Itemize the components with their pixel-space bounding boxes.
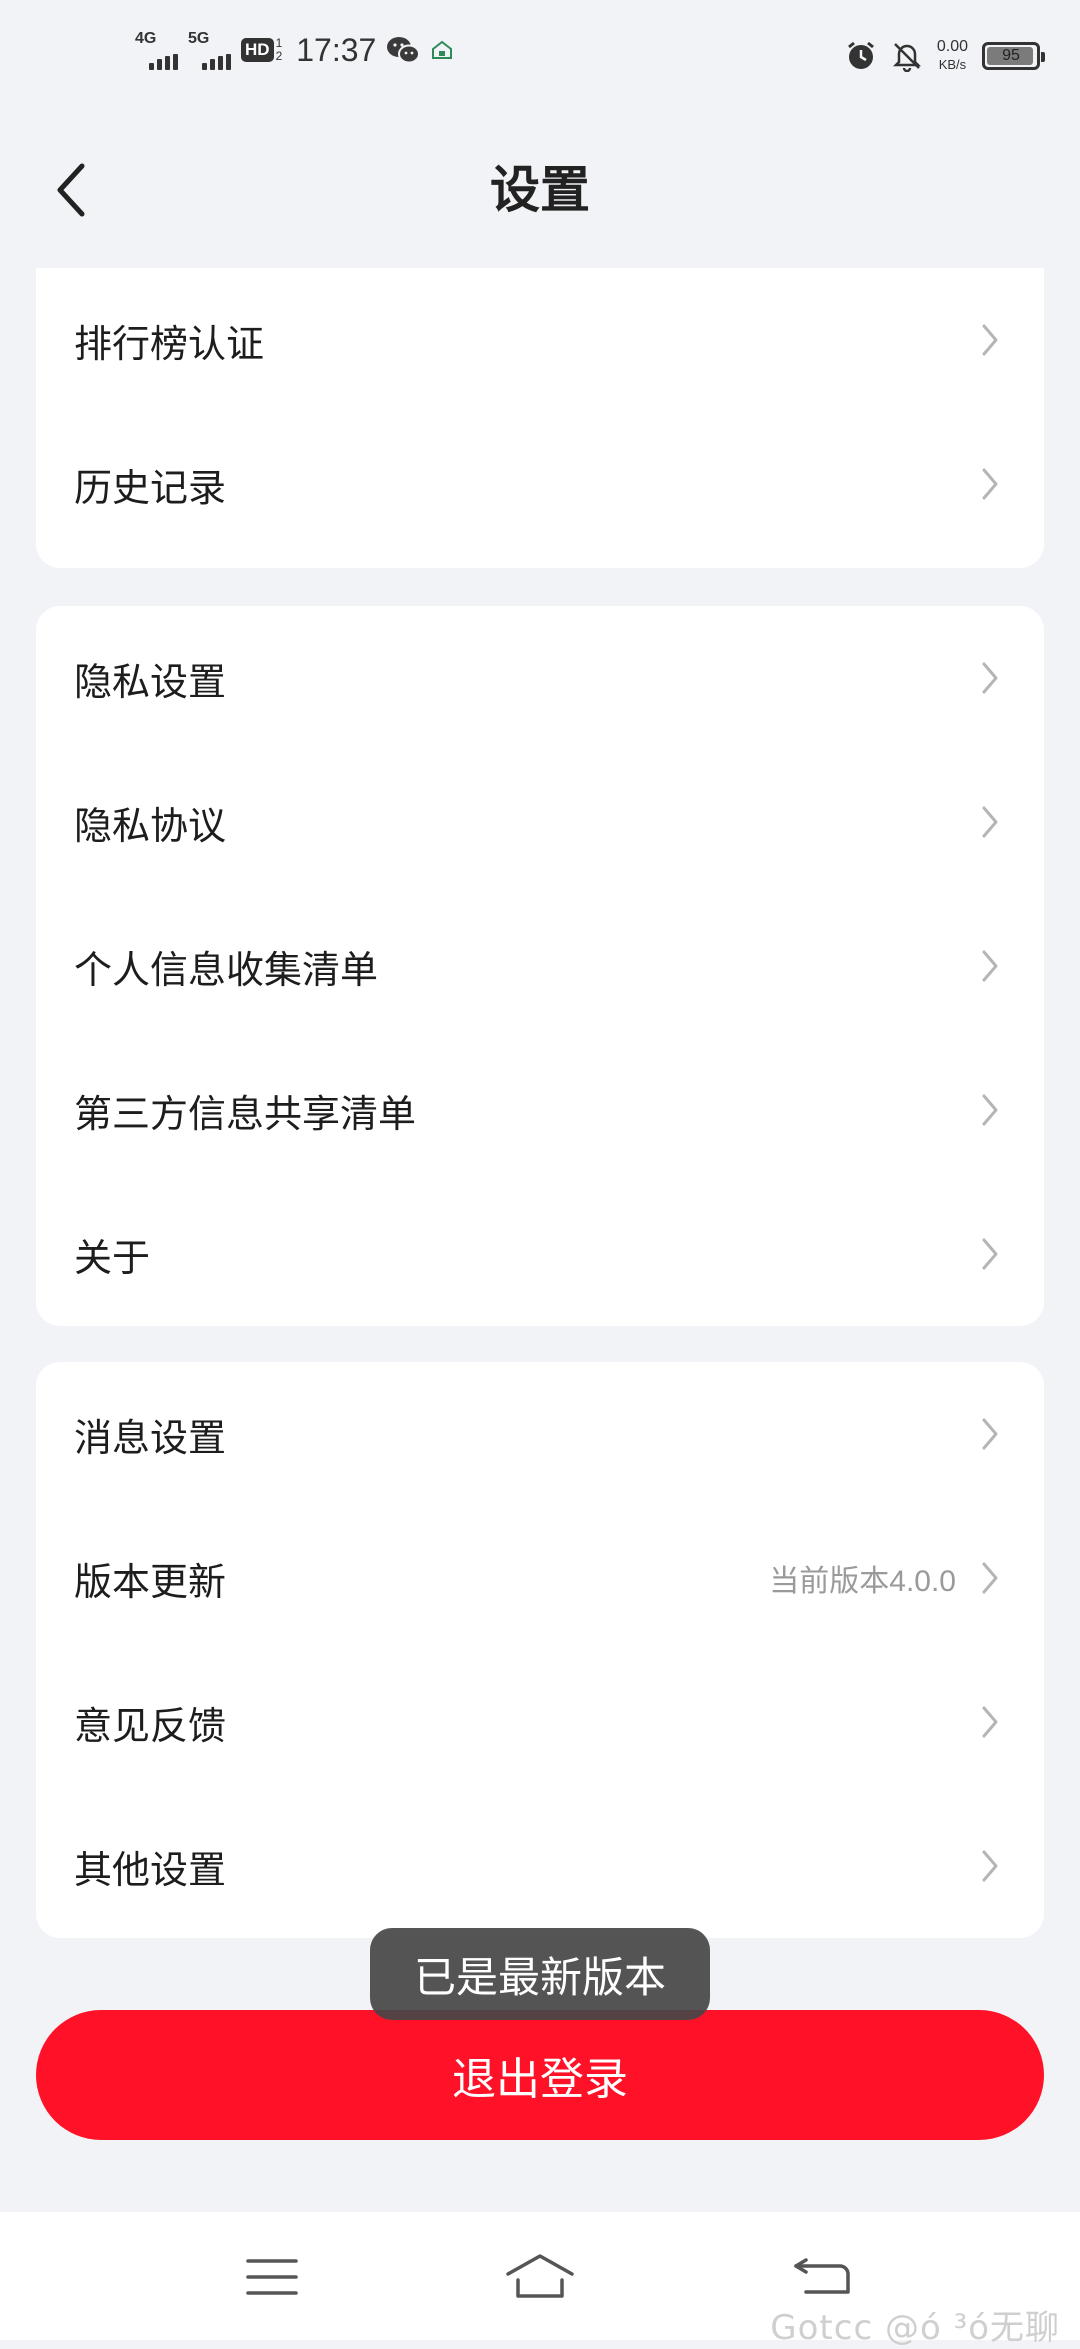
page-title: 设置 [490, 161, 590, 219]
hd-voice-icon: HD 12 [241, 37, 282, 63]
settings-row-history[interactable]: 历史记录 [36, 412, 1044, 556]
home-icon [506, 2254, 574, 2298]
settings-row-version-update[interactable]: 版本更新 当前版本4.0.0 [36, 1506, 1044, 1650]
header: 设置 [0, 120, 1080, 270]
mute-notifications-icon [892, 43, 921, 72]
settings-group-account: 排行榜认证 历史记录 [36, 268, 1044, 568]
app-notification-icon [432, 40, 453, 59]
chevron-right-icon [982, 1238, 998, 1270]
chevron-right-icon [982, 662, 998, 694]
signal-5g-icon: 5G [188, 30, 231, 70]
chevron-right-icon [982, 468, 998, 500]
row-label: 消息设置 [74, 1415, 227, 1460]
settings-row-message-settings[interactable]: 消息设置 [36, 1362, 1044, 1506]
hd-sub-top: 1 [275, 36, 283, 50]
battery-icon: 95 [982, 42, 1045, 70]
status-right: 0.00 KB/s 95 [845, 38, 1045, 74]
row-label: 历史记录 [74, 465, 227, 510]
net-speed-unit: KB/s [938, 57, 967, 72]
settings-row-leaderboard-auth[interactable]: 排行榜认证 [36, 268, 1044, 412]
chevron-right-icon [982, 1562, 998, 1594]
chevron-right-icon [982, 806, 998, 838]
chevron-right-icon [982, 324, 998, 356]
settings-row-other-settings[interactable]: 其他设置 [36, 1794, 1044, 1938]
row-label: 关于 [74, 1235, 151, 1280]
settings-row-privacy-settings[interactable]: 隐私设置 [36, 606, 1044, 750]
chevron-right-icon [982, 1850, 998, 1882]
signal-4g-icon: 4G [135, 30, 178, 70]
settings-row-third-party-sharing[interactable]: 第三方信息共享清单 [36, 1038, 1044, 1182]
watermark: Gotcc @ó ³ó无聊 [770, 2308, 1060, 2348]
chevron-right-icon [982, 1418, 998, 1450]
menu-icon [246, 2259, 298, 2295]
settings-group-general: 消息设置 版本更新 当前版本4.0.0 意见反馈 其他设置 [36, 1362, 1044, 1938]
settings-row-feedback[interactable]: 意见反馈 [36, 1650, 1044, 1794]
hd-sub-bottom: 2 [275, 49, 283, 63]
hd-label: HD [241, 38, 274, 62]
alarm-icon [847, 41, 874, 69]
status-time: 17:37 [296, 31, 377, 68]
row-label: 版本更新 [74, 1559, 227, 1604]
back-icon [794, 2258, 850, 2294]
status-bar: 4G 5G HD 12 17:37 0.00 KB/s 95 [0, 0, 1080, 120]
row-label: 隐私协议 [74, 803, 227, 848]
row-label: 其他设置 [74, 1847, 227, 1892]
nav-home-button[interactable] [500, 2242, 580, 2312]
wechat-icon [387, 37, 421, 64]
chevron-right-icon [982, 1094, 998, 1126]
settings-row-personal-info-list[interactable]: 个人信息收集清单 [36, 894, 1044, 1038]
current-version-value: 当前版本4.0.0 [769, 1565, 956, 1598]
net-speed-value: 0.00 [936, 38, 968, 55]
chevron-right-icon [982, 950, 998, 982]
settings-group-privacy: 隐私设置 隐私协议 个人信息收集清单 第三方信息共享清单 关于 [36, 606, 1044, 1326]
row-label: 排行榜认证 [74, 321, 265, 366]
status-left: 4G 5G HD 12 17:37 [135, 30, 454, 70]
nav-menu-button[interactable] [232, 2242, 312, 2312]
chevron-right-icon [982, 1706, 998, 1738]
battery-percent: 95 [1002, 47, 1020, 64]
row-label: 隐私设置 [74, 659, 227, 704]
logout-button[interactable]: 退出登录 [36, 2010, 1044, 2140]
row-label: 个人信息收集清单 [74, 947, 379, 992]
signal-5g-label: 5G [188, 30, 210, 47]
net-speed: 0.00 KB/s [937, 38, 968, 74]
row-label: 第三方信息共享清单 [74, 1091, 417, 1136]
toast-message: 已是最新版本 [370, 1928, 710, 2020]
settings-row-about[interactable]: 关于 [36, 1182, 1044, 1326]
settings-row-privacy-agreement[interactable]: 隐私协议 [36, 750, 1044, 894]
row-label: 意见反馈 [74, 1703, 227, 1748]
signal-4g-label: 4G [135, 30, 157, 47]
